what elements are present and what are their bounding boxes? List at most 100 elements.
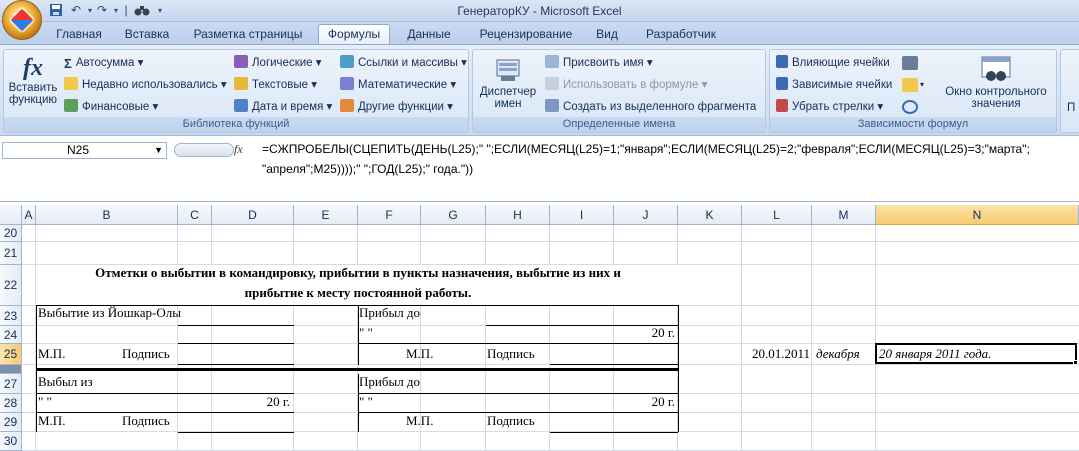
row-header-20[interactable]: 20	[0, 225, 22, 242]
tab-review[interactable]: Рецензирование	[468, 25, 584, 44]
financial-button[interactable]: Финансовые ▾	[64, 97, 158, 117]
remove-arrows-button[interactable]: Убрать стрелки ▾	[776, 97, 883, 117]
name-manager-icon	[496, 59, 520, 81]
column-header-a[interactable]: A	[22, 205, 36, 225]
fx-formula-icon[interactable]: fx	[234, 142, 243, 157]
column-header-d[interactable]: D	[212, 205, 294, 225]
row-header-25[interactable]: 25	[0, 344, 22, 365]
form-border-line	[178, 343, 294, 344]
text-functions-button[interactable]: Текстовые ▾	[234, 75, 317, 95]
trace-dependents-button[interactable]: Зависимые ячейки	[776, 75, 892, 95]
column-header-i[interactable]: I	[550, 205, 614, 225]
more-functions-button[interactable]: Другие функции ▾	[340, 97, 453, 117]
tab-insert[interactable]: Вставка	[118, 25, 176, 44]
recently-used-button[interactable]: Недавно использовались ▾	[64, 75, 227, 95]
gridline-column	[875, 225, 876, 451]
row-header-30[interactable]: 30	[0, 432, 22, 451]
cell-h29[interactable]: Подпись	[487, 413, 535, 429]
row-header-27[interactable]: 27	[0, 374, 22, 394]
cell-h25[interactable]: Подпись	[487, 346, 535, 362]
financial-label: Финансовые	[82, 101, 150, 113]
office-logo-icon	[10, 8, 34, 32]
form-border-vertical	[678, 305, 679, 432]
logical-button[interactable]: Логические ▾	[234, 53, 322, 73]
office-button[interactable]	[2, 0, 42, 40]
cell-b25-signature[interactable]: Подпись	[122, 346, 170, 362]
tab-home[interactable]: Главная	[48, 25, 110, 44]
column-header-e[interactable]: E	[294, 205, 358, 225]
column-header-k[interactable]: K	[678, 205, 742, 225]
define-name-button[interactable]: Присвоить имя ▾	[545, 53, 653, 73]
cell-b25[interactable]: М.П.	[38, 346, 65, 362]
cell-j28[interactable]: 20 г.	[600, 394, 675, 410]
row-header-22[interactable]: 22	[0, 265, 22, 306]
cell-b29-signature[interactable]: Подпись	[122, 413, 170, 429]
insert-function-label-2: функцию	[8, 94, 58, 106]
find-binoculars-icon[interactable]	[134, 3, 150, 18]
cell-f27[interactable]: Прибыл до	[359, 374, 420, 390]
title-bar: ГенераторКУ - Microsoft Excel ↶ ▾ ↷ ▾ | …	[0, 0, 1079, 22]
cell-b27[interactable]: Выбыл из	[38, 374, 93, 390]
column-header-f[interactable]: F	[358, 205, 421, 225]
trace-precedents-button[interactable]: Влияющие ячейки	[776, 53, 890, 73]
cell-b29[interactable]: М.П.	[38, 413, 65, 429]
name-manager-label-2: имен	[494, 98, 522, 110]
save-icon[interactable]	[48, 3, 64, 18]
column-header-g[interactable]: G	[421, 205, 486, 225]
column-header-n[interactable]: N	[876, 205, 1079, 225]
lookup-reference-button[interactable]: Ссылки и массивы ▾	[340, 53, 467, 73]
worksheet-grid[interactable]: ABCDEFGHIJKLMN 20 21 22 23 24 25 27 28 29 30 Отме…	[0, 205, 1079, 451]
name-manager-button[interactable]: Диспетчер имен	[477, 54, 539, 116]
tab-developer[interactable]: Разработчик	[634, 25, 728, 44]
column-header-h[interactable]: H	[486, 205, 550, 225]
cell-f24[interactable]: " "	[359, 325, 373, 341]
cell-b28[interactable]: " "	[38, 394, 52, 410]
create-from-selection-button[interactable]: Создать из выделенного фрагмента	[545, 97, 756, 117]
row-header-21[interactable]: 21	[0, 242, 22, 265]
customize-quick-access-icon[interactable]: ▾	[152, 3, 168, 18]
tab-page-layout[interactable]: Разметка страницы	[186, 25, 310, 44]
cell-f29[interactable]: М.П.	[406, 413, 433, 429]
cell-j24[interactable]: 20 г.	[600, 325, 675, 341]
name-manager-label-1: Диспетчер	[479, 86, 537, 98]
error-checking-dropdown-icon[interactable]: ▾	[920, 78, 924, 92]
column-header-b[interactable]: B	[36, 205, 178, 225]
cell-f23[interactable]: Прибыл до	[359, 305, 420, 321]
math-trig-button[interactable]: Математические ▾	[340, 75, 456, 95]
formula-input[interactable]: =СЖПРОБЕЛЫ(СЦЕПИТЬ(ДЕНЬ(L25);" ";ЕСЛИ(МЕ…	[262, 139, 1079, 179]
cell-f28[interactable]: " "	[359, 394, 373, 410]
cell-m25[interactable]: декабря	[816, 346, 860, 362]
form-border-line	[178, 325, 294, 326]
cell-l25[interactable]: 20.01.2011	[742, 346, 810, 362]
row-header-28[interactable]: 28	[0, 394, 22, 413]
cell-b23[interactable]: Выбытие из Йошкар-Олы	[38, 305, 181, 321]
column-header-m[interactable]: M	[812, 205, 876, 225]
fill-handle[interactable]	[1073, 360, 1078, 365]
insert-function-button[interactable]: fx Вставить функцию	[6, 54, 60, 116]
row-header-23[interactable]: 23	[0, 306, 22, 326]
autosum-button[interactable]: Σ Автосумма ▾	[64, 53, 143, 73]
column-header-l[interactable]: L	[742, 205, 812, 225]
column-header-c[interactable]: C	[178, 205, 212, 225]
name-box-dropdown-icon[interactable]: ▼	[154, 143, 163, 158]
evaluate-formula-icon[interactable]	[902, 100, 918, 114]
watch-window-button[interactable]: Окно контрольного значения	[938, 54, 1054, 116]
name-box[interactable]: N25 ▼	[2, 142, 167, 159]
show-formulas-icon[interactable]	[902, 56, 918, 70]
tab-formulas[interactable]: Формулы	[318, 24, 390, 45]
date-time-button[interactable]: Дата и время ▾	[234, 97, 332, 117]
row-header-29[interactable]: 29	[0, 413, 22, 432]
error-checking-icon[interactable]	[902, 78, 918, 92]
cell-f25[interactable]: М.П.	[406, 346, 433, 362]
active-cell-selection[interactable]	[875, 343, 1077, 364]
use-in-formula-button[interactable]: Использовать в формуле ▾	[545, 75, 707, 95]
group-defined-names: Диспетчер имен Присвоить имя ▾ Использов…	[472, 49, 766, 133]
tab-view[interactable]: Вид	[588, 25, 626, 44]
formula-bar-resize-handle[interactable]	[174, 143, 234, 157]
column-header-j[interactable]: J	[614, 205, 678, 225]
row-header-24[interactable]: 24	[0, 326, 22, 344]
tab-data[interactable]: Данные	[398, 25, 460, 44]
cell-d28[interactable]: 20 г.	[215, 394, 290, 410]
select-all-corner[interactable]	[0, 205, 22, 225]
group-calculation-partial: П	[1060, 49, 1079, 133]
